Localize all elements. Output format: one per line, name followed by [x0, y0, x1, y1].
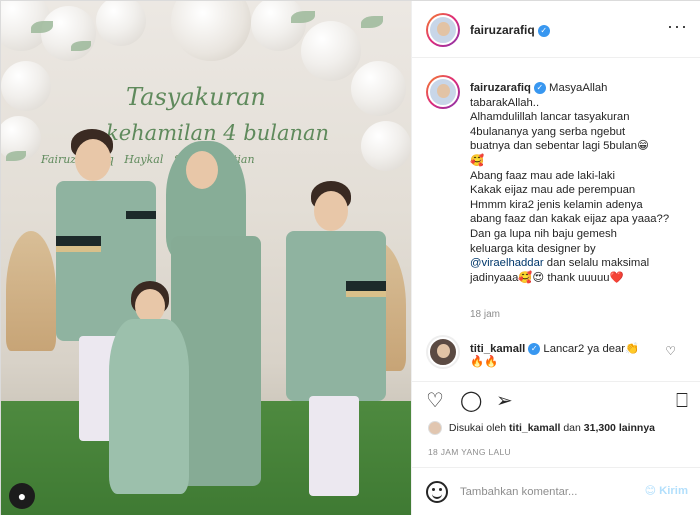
caption-line: keluarga kita designer by — [470, 242, 596, 255]
post-photo[interactable]: Tasyakuran kehamilan 4 bulanan Fairuz Ar… — [1, 1, 411, 515]
comment-input[interactable] — [460, 482, 640, 502]
user-icon: ● — [17, 488, 27, 504]
caption-line: 4bulananya yang serba ngebut — [470, 125, 626, 138]
comment-text: Lancar2 ya dear👏 — [543, 343, 640, 355]
comment-icon[interactable]: ◯ — [460, 390, 482, 412]
leaf-decoration — [361, 16, 383, 28]
pampas-decoration — [6, 231, 56, 351]
verified-icon: ✓ — [528, 343, 541, 356]
balloon-decoration — [361, 121, 411, 171]
comments-section: fairuzarafiq ✓ MasyaAllah tabarakAllah.. … — [412, 59, 700, 379]
mention-link[interactable]: @viraelhaddar — [470, 257, 544, 269]
post-header: fairuzarafiq ✓ ··· — [412, 1, 700, 58]
caption-line: tabarakAllah.. — [470, 96, 540, 109]
send-button-label: Kirim — [659, 485, 688, 497]
moon-ornament — [171, 1, 251, 61]
likes-summary: Disukai oleh titi_kamall dan 31,300 lain… — [428, 421, 655, 435]
balloon-decoration — [301, 21, 361, 81]
post-side-panel: fairuzarafiq ✓ ··· fairuzarafiq ✓ MasyaAll… — [411, 1, 700, 515]
send-button[interactable]: 😊 Kirim — [645, 484, 688, 497]
balloon-decoration — [251, 1, 306, 51]
add-comment-bar: 😊Kirim — [412, 467, 700, 515]
caption-line: Kakak eijaz mau ade perempuan — [470, 184, 636, 197]
liker-username[interactable]: titi_kamall — [509, 422, 560, 434]
caption-timestamp[interactable]: 18 jam — [470, 309, 500, 320]
balloon-decoration — [351, 61, 406, 116]
tagged-users-button[interactable]: ● — [9, 483, 35, 509]
caption-author-avatar[interactable] — [426, 75, 460, 109]
heart-icon[interactable]: ♡ — [426, 390, 444, 412]
balloon-decoration — [41, 6, 96, 61]
action-bar: ♡ ◯ ➢ ⎕ — [412, 381, 700, 421]
author-avatar[interactable] — [426, 13, 460, 47]
share-icon[interactable]: ➢ — [496, 390, 513, 412]
caption-line: 🥰 — [470, 154, 485, 167]
more-horizontal-icon[interactable]: ··· — [667, 17, 688, 35]
author-username[interactable]: fairuzarafiq ✓ — [470, 23, 550, 37]
author-username-text[interactable]: fairuzarafiq — [470, 23, 535, 37]
liker-avatar — [428, 421, 442, 435]
caption-line: Alhamdulillah lancar tasyakuran — [470, 111, 630, 124]
banner-title: Tasyakuran — [126, 83, 266, 111]
commenter-username[interactable]: titi_kamall — [470, 343, 525, 355]
likes-middle: dan — [563, 421, 581, 434]
likes-count[interactable]: 31,300 lainnya — [584, 422, 655, 434]
caption-line: jadinyaaa🥰😍 thank uuuuu❤️ — [470, 271, 624, 284]
balloon-decoration — [96, 1, 146, 46]
comment-item: titi_kamall ✓ Lancar2 ya dear👏 🔥🔥 — [470, 342, 639, 368]
caption-line: buatnya dan sebentar lagi 5bulan😁 — [470, 140, 649, 153]
post-timestamp[interactable]: 18 JAM YANG LALU — [428, 447, 511, 457]
comment-text: 🔥🔥 — [470, 356, 499, 369]
caption: fairuzarafiq ✓ MasyaAllah tabarakAllah.. … — [470, 81, 692, 285]
bookmark-icon[interactable]: ⎕ — [676, 390, 688, 412]
caption-line: MasyaAllah — [549, 82, 608, 94]
balloon-decoration — [1, 61, 51, 111]
caption-line: Hmmm kira2 jenis kelamin adenya — [470, 198, 643, 211]
heart-outline-icon[interactable]: ♡ — [665, 344, 676, 358]
caption-line: abang faaz dan kakak eijaz apa yaaa?? — [470, 213, 670, 226]
instagram-post-frame: Tasyakuran kehamilan 4 bulanan Fairuz Ar… — [0, 0, 700, 515]
verified-icon: ✓ — [533, 82, 546, 95]
emoji-icon: 😊 — [644, 485, 657, 497]
caption-line: Dan ga lupa nih baju gemesh — [470, 227, 617, 240]
verified-icon: ✓ — [537, 24, 550, 37]
caption-line: dan selalu maksimal — [546, 257, 650, 270]
caption-line: Abang faaz mau ade laki-laki — [470, 169, 616, 182]
likes-prefix: Disukai oleh — [448, 421, 507, 434]
leaf-decoration — [291, 11, 315, 23]
caption-username[interactable]: fairuzarafiq — [470, 82, 531, 94]
emoji-icon[interactable] — [426, 481, 448, 503]
commenter-avatar[interactable] — [426, 335, 460, 369]
